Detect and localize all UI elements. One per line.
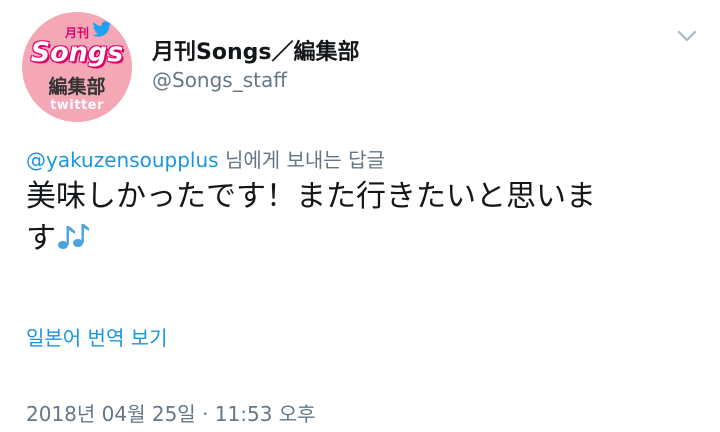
tweet-text-line2: す <box>26 221 56 256</box>
user-handle[interactable]: @Songs_staff <box>152 68 287 92</box>
tweet-text: 美味しかったです！また行きたいと思いま す <box>26 176 696 260</box>
display-name[interactable]: 月刊Songs／編集部 <box>152 34 359 66</box>
avatar-brand-text: Songs <box>30 37 124 68</box>
twitter-bird-icon <box>92 21 111 37</box>
avatar-sub-text: 編集部 <box>48 76 106 98</box>
music-notes-icon <box>58 224 89 249</box>
tweet-text-line1: 美味しかったです！また行きたいと思いま <box>26 179 596 214</box>
avatar-twitter-text: twitter <box>50 98 104 113</box>
reply-suffix: 님에게 보내는 답글 <box>224 148 385 172</box>
reply-context: @yakuzensoupplus 님에게 보내는 답글 <box>26 144 385 173</box>
avatar[interactable]: 月刊 Songs 編集部 twitter <box>22 12 132 122</box>
reply-mention-link[interactable]: @yakuzensoupplus <box>26 148 219 172</box>
translate-link[interactable]: 일본어 번역 보기 <box>26 322 168 351</box>
chevron-down-icon[interactable] <box>676 28 698 44</box>
tweet-timestamp[interactable]: 2018년 04월 25일 · 11:53 오후 <box>26 398 316 427</box>
